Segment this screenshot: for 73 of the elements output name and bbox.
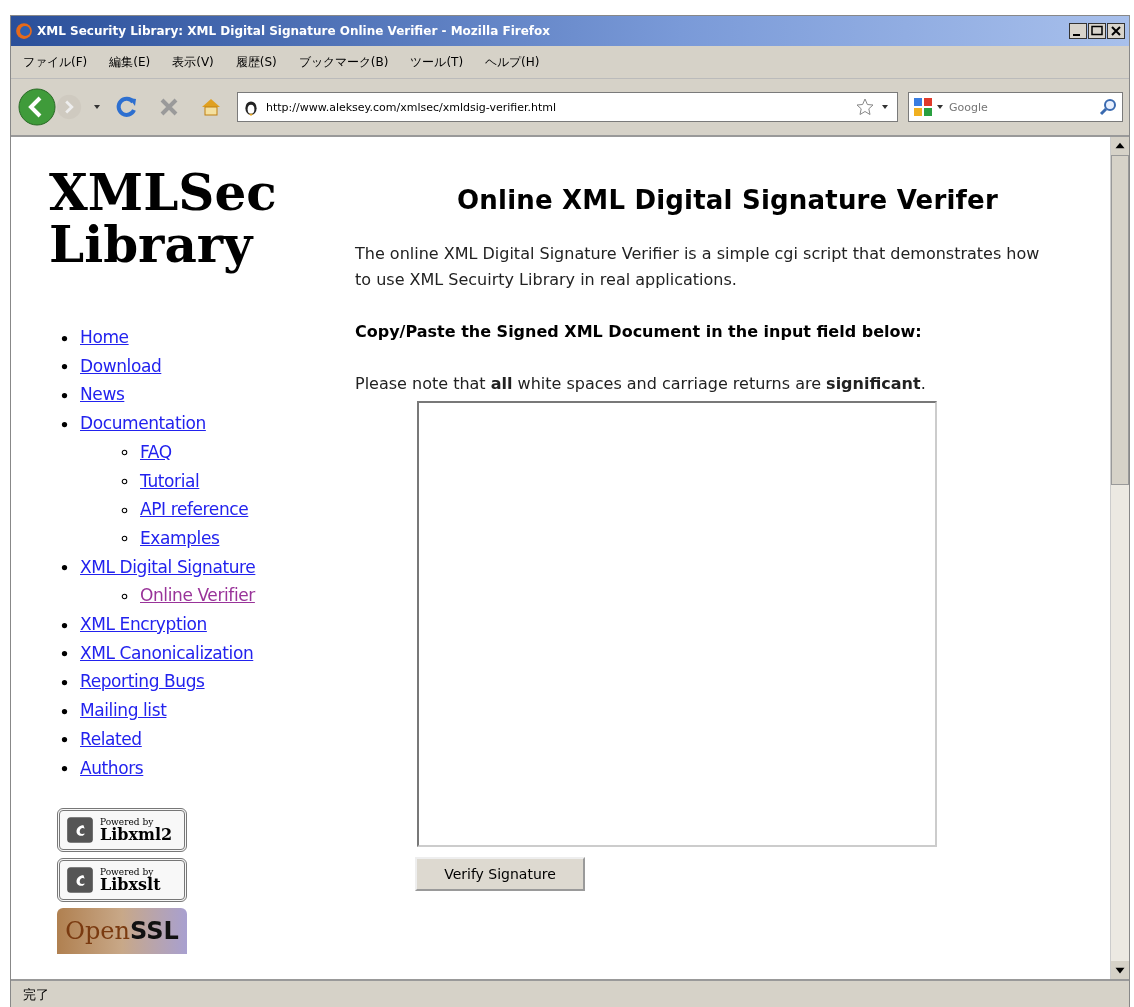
close-icon[interactable] xyxy=(1107,23,1125,39)
nav-link[interactable]: Related xyxy=(80,728,142,749)
menu-item[interactable]: 表示(V) xyxy=(172,53,214,71)
bullet-icon xyxy=(61,678,68,686)
window-title: XML Security Library: XML Digital Signature Online Verifier - Mozilla Firefox xyxy=(37,24,551,38)
search-icon[interactable] xyxy=(1098,97,1118,117)
nav-link[interactable]: Examples xyxy=(140,527,220,548)
verify-signature-button[interactable]: Verify Signature xyxy=(415,857,585,891)
scroll-down-icon[interactable] xyxy=(1111,961,1129,979)
nav-link[interactable]: Mailing list xyxy=(80,700,167,721)
bullet-icon xyxy=(61,564,68,572)
minimize-icon[interactable] xyxy=(1069,23,1087,39)
bullet-icon xyxy=(61,363,68,371)
star-icon[interactable] xyxy=(855,97,875,117)
bullet-icon xyxy=(61,736,68,744)
reload-icon[interactable] xyxy=(115,95,139,119)
caret-icon[interactable] xyxy=(93,103,101,111)
bullet-icon xyxy=(121,592,128,600)
penguin-icon xyxy=(242,98,260,116)
globe-icon xyxy=(15,22,33,40)
powered-by-badge[interactable]: Powered by Libxslt xyxy=(57,858,187,903)
scroll-up-icon[interactable] xyxy=(1111,137,1129,155)
menu-item[interactable]: ブックマーク(B) xyxy=(298,53,389,71)
nav-link[interactable]: XML Canonicalization xyxy=(80,642,254,663)
bullet-icon xyxy=(121,506,128,514)
nav-link[interactable]: XML Encryption xyxy=(80,614,207,635)
nav-link[interactable]: FAQ xyxy=(140,441,172,462)
caret-icon[interactable] xyxy=(936,103,944,111)
address-field[interactable]: http://www.aleksey.com/xmlsec/xmldsig-verifier.html xyxy=(237,92,898,122)
bullet-icon xyxy=(61,391,68,399)
bullet-icon xyxy=(61,650,68,658)
menu-item[interactable]: ファイル(F) xyxy=(23,53,88,71)
menu-item[interactable]: 履歴(S) xyxy=(235,53,277,71)
badge-title: Libxslt xyxy=(100,876,161,893)
nav-link[interactable]: XML Digital Signature xyxy=(80,556,256,577)
back-icon[interactable] xyxy=(17,87,57,127)
bullet-icon xyxy=(61,765,68,773)
nav-link[interactable]: Download xyxy=(80,355,162,376)
instruction-text: Copy/Paste the Signed XML Document in the input field below: xyxy=(355,321,923,343)
nav-link[interactable]: Reporting Bugs xyxy=(80,671,205,692)
intro-paragraph: The online XML Digital Signature Verifier is a simple cgi script that demonstrates how to use XML Secuirty Library in real applications. xyxy=(355,243,1040,291)
nav-link[interactable]: Documentation xyxy=(80,413,206,434)
bullet-icon xyxy=(121,449,128,457)
scroll-thumb[interactable] xyxy=(1111,155,1129,485)
bullet-icon xyxy=(61,621,68,629)
xml-input-field[interactable] xyxy=(417,401,937,847)
nav-link[interactable]: Home xyxy=(80,327,129,347)
nav-link[interactable]: News xyxy=(80,384,125,405)
badge-caption: Powered by xyxy=(100,817,154,827)
nav-link[interactable]: Authors xyxy=(80,757,144,778)
bullet-icon xyxy=(61,334,68,342)
status-text: 完了 xyxy=(23,985,49,1004)
bullet-icon xyxy=(61,420,68,428)
nav-link[interactable]: Tutorial xyxy=(140,470,200,491)
nav-link[interactable]: API reference xyxy=(140,499,249,520)
openssl-badge[interactable]: OpenSSL xyxy=(57,908,187,955)
bullet-icon xyxy=(121,478,128,485)
caret-icon[interactable] xyxy=(881,103,889,111)
page-title: Online XML Digital Signature Verifer xyxy=(456,185,999,215)
menu-item[interactable]: 編集(E) xyxy=(109,53,151,71)
powered-by-badge[interactable]: Powered by Libxml2 xyxy=(57,808,187,853)
maximize-icon[interactable] xyxy=(1088,23,1106,39)
bullet-icon xyxy=(61,707,68,715)
nav-link[interactable]: Online Verifier xyxy=(140,585,255,606)
note-text: Please note that all white spaces and carriage returns are significant. xyxy=(355,373,927,395)
badge-caption: Powered by xyxy=(100,867,154,877)
badge-title: Libxml2 xyxy=(100,826,173,843)
bullet-icon xyxy=(121,535,128,543)
menu-item[interactable]: ツール(T) xyxy=(410,53,464,71)
search-box[interactable]: Google xyxy=(908,92,1123,122)
menu-item[interactable]: ヘルプ(H) xyxy=(485,53,540,71)
scrollbar[interactable] xyxy=(1110,137,1129,979)
search-engine-icon[interactable] xyxy=(913,97,933,117)
